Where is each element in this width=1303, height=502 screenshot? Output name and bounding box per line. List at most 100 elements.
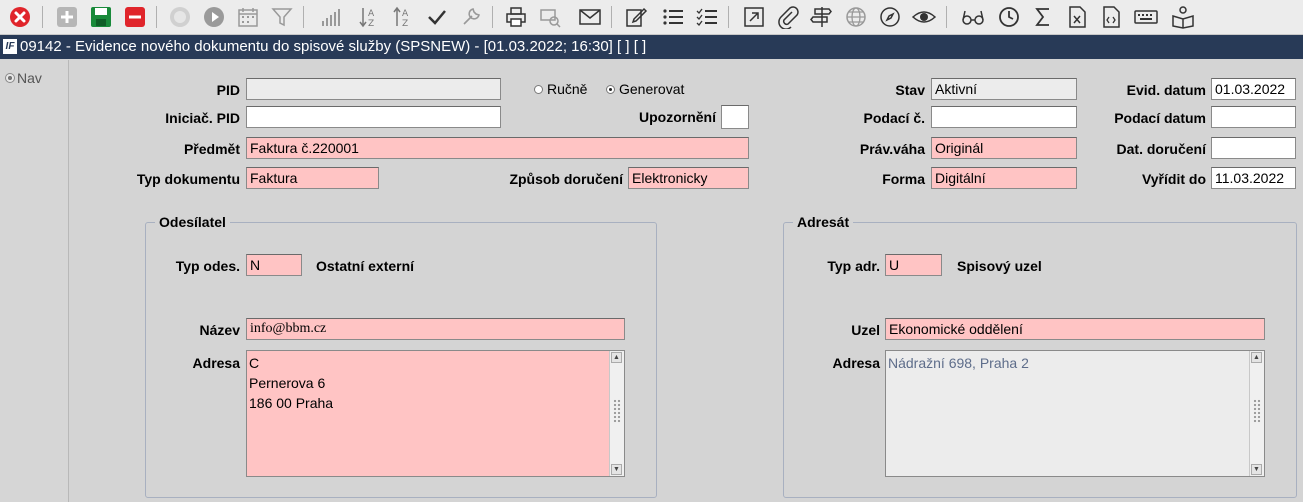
evid-datum-field[interactable]: 01.03.2022: [1211, 78, 1296, 100]
check-icon[interactable]: [424, 4, 450, 30]
typ-adr-label: Typ adr.: [827, 258, 880, 274]
eye-icon[interactable]: [911, 4, 937, 30]
odesilatel-legend: Odesílatel: [155, 214, 230, 230]
typ-dokumentu-field[interactable]: Faktura: [246, 167, 379, 189]
typ-dokumentu-label: Typ dokumentu: [136, 171, 240, 187]
list-icon[interactable]: [660, 4, 686, 30]
clock-icon[interactable]: [996, 4, 1022, 30]
nav-radio-icon[interactable]: [5, 73, 15, 83]
nazev-field[interactable]: info@bbm.cz: [246, 318, 625, 340]
radio-manual[interactable]: [534, 85, 543, 94]
sort-za-icon[interactable]: AZ: [390, 4, 416, 30]
bar-chart-icon[interactable]: [318, 4, 344, 30]
vertical-scrollbar[interactable]: ▲ ▼: [1249, 351, 1264, 476]
wrench-icon[interactable]: [458, 4, 484, 30]
glasses-icon[interactable]: [960, 4, 986, 30]
dat-doruceni-label: Dat. doručení: [1116, 141, 1206, 157]
evid-datum-label: Evid. datum: [1126, 82, 1206, 98]
sum-icon[interactable]: [1030, 4, 1056, 30]
edit-icon[interactable]: [623, 4, 649, 30]
globe-icon[interactable]: [843, 4, 869, 30]
app-logo-icon: IF: [3, 39, 17, 54]
mail-icon[interactable]: [577, 4, 603, 30]
odesilatel-adresa-label: Adresa: [192, 355, 240, 371]
play-icon[interactable]: [201, 4, 227, 30]
print-icon[interactable]: [503, 4, 529, 30]
stav-field[interactable]: Aktivní: [931, 78, 1077, 100]
iniciac-pid-label: Iniciač. PID: [165, 110, 240, 126]
pid-label: PID: [216, 82, 240, 98]
filter-icon[interactable]: [269, 4, 295, 30]
help-icon[interactable]: [167, 4, 193, 30]
podaci-datum-label: Podací datum: [1114, 110, 1206, 126]
typ-adr-field[interactable]: U: [885, 254, 942, 276]
svg-text:A: A: [402, 9, 409, 19]
prav-vaha-field[interactable]: Originál: [931, 137, 1077, 159]
zpusob-doruceni-field[interactable]: Elektronicky: [628, 167, 749, 189]
scroll-up-icon[interactable]: ▲: [611, 352, 622, 363]
delete-icon[interactable]: [122, 4, 148, 30]
svg-text:Z: Z: [368, 19, 374, 29]
sort-az-icon[interactable]: AZ: [356, 4, 382, 30]
svg-text:Z: Z: [402, 19, 408, 29]
nav-label[interactable]: Nav: [17, 70, 42, 86]
predmet-label: Předmět: [183, 141, 240, 157]
address-line: C: [249, 355, 260, 371]
forma-field[interactable]: Digitální: [931, 167, 1077, 189]
uzel-label: Uzel: [851, 322, 880, 338]
adresat-adresa-textarea[interactable]: Nádražní 698, Praha 2 ▲ ▼: [885, 350, 1265, 477]
adresat-legend: Adresát: [793, 214, 854, 230]
prav-vaha-label: Práv.váha: [859, 141, 925, 157]
code-file-icon[interactable]: [1098, 4, 1124, 30]
compass-icon[interactable]: [877, 4, 903, 30]
scroll-grip-icon[interactable]: [1253, 399, 1261, 423]
vertical-scrollbar[interactable]: ▲ ▼: [609, 351, 624, 476]
predmet-field[interactable]: Faktura č.220001: [246, 137, 749, 159]
scroll-down-icon[interactable]: ▼: [1251, 464, 1262, 475]
print-preview-icon[interactable]: [537, 4, 563, 30]
radio-generate-label[interactable]: Generovat: [619, 81, 684, 97]
window-title: 09142 - Evidence nového dokumentu do spi…: [20, 38, 647, 55]
vyridit-do-field[interactable]: 11.03.2022: [1211, 167, 1296, 189]
scroll-up-icon[interactable]: ▲: [1251, 352, 1262, 363]
excel-icon[interactable]: [1064, 4, 1090, 30]
typ-odes-field[interactable]: N: [246, 254, 302, 276]
radio-manual-label[interactable]: Ručně: [547, 81, 587, 97]
window-title-bar: IF 09142 - Evidence nového dokumentu do …: [0, 35, 1303, 59]
attach-icon[interactable]: [775, 4, 801, 30]
nazev-label: Název: [199, 322, 240, 338]
external-link-icon[interactable]: [741, 4, 767, 30]
scroll-grip-icon[interactable]: [613, 399, 621, 423]
calendar-icon[interactable]: [235, 4, 261, 30]
upozorneni-field[interactable]: [721, 105, 749, 129]
upozorneni-label: Upozornění: [639, 109, 716, 125]
dat-doruceni-field[interactable]: [1211, 137, 1296, 159]
pid-field[interactable]: [246, 78, 501, 100]
podaci-c-field[interactable]: [931, 106, 1077, 128]
stav-label: Stav: [895, 82, 925, 98]
add-icon[interactable]: [54, 4, 80, 30]
iniciac-pid-field[interactable]: [246, 106, 501, 128]
close-icon[interactable]: [7, 4, 33, 30]
podaci-datum-field[interactable]: [1211, 106, 1296, 128]
typ-odes-description: Ostatní externí: [316, 258, 415, 274]
save-icon[interactable]: [88, 4, 114, 30]
address-line: Pernerova 6: [249, 375, 326, 391]
radio-generate[interactable]: [606, 85, 615, 94]
checklist-icon[interactable]: [694, 4, 720, 30]
zpusob-doruceni-label: Způsob doručení: [509, 171, 623, 187]
address-line: 186 00 Praha: [249, 395, 334, 411]
toolbar: AZ AZ: [0, 0, 1303, 35]
keyboard-icon[interactable]: [1133, 4, 1159, 30]
vyridit-do-label: Vyřídit do: [1141, 171, 1206, 187]
typ-adr-description: Spisový uzel: [957, 258, 1042, 274]
left-nav-panel: Nav: [0, 60, 69, 502]
scroll-down-icon[interactable]: ▼: [611, 464, 622, 475]
podaci-c-label: Podací č.: [863, 110, 925, 126]
odesilatel-adresa-textarea[interactable]: C Pernerova 6 186 00 Praha ▲ ▼: [246, 350, 625, 477]
signpost-icon[interactable]: [809, 4, 835, 30]
adresat-adresa-label: Adresa: [832, 355, 880, 371]
reader-icon[interactable]: [1170, 4, 1196, 30]
uzel-field[interactable]: Ekonomické oddělení: [885, 318, 1265, 340]
typ-odes-label: Typ odes.: [175, 258, 240, 274]
